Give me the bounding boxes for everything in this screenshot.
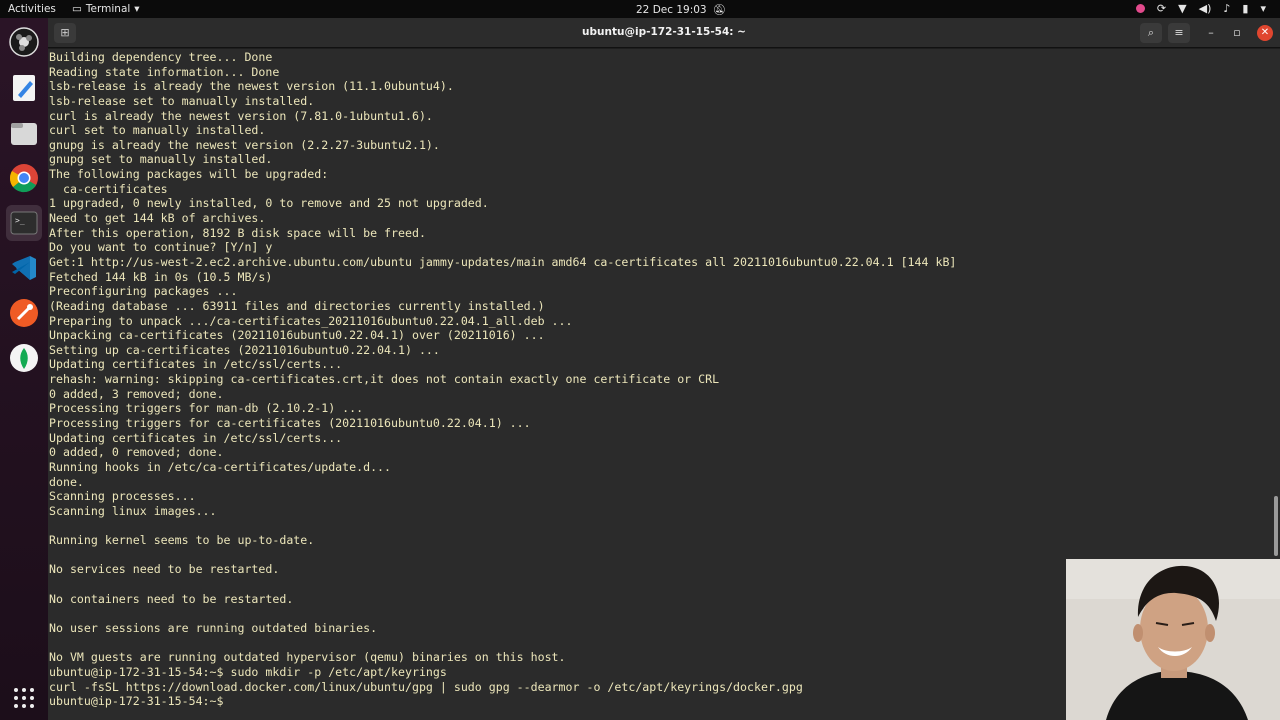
terminal-line: gnupg is already the newest version (2.2… [49, 137, 440, 152]
terminal-line: Updating certificates in /etc/ssl/certs.… [49, 357, 343, 372]
app-menu-label: Terminal [85, 3, 131, 15]
terminal-line: Get:1 http://us-west-2.ec2.archive.ubunt… [49, 254, 957, 269]
terminal-line: Preconfiguring packages ... [49, 284, 238, 299]
volume-icon: ◀) [1198, 2, 1212, 15]
terminal-line: done. [49, 474, 84, 489]
terminal-line: 1 upgraded, 0 newly installed, 0 to remo… [49, 196, 489, 211]
terminal-line: (Reading database ... 63911 files and di… [49, 298, 545, 313]
terminal-line: No VM guests are running outdated hyperv… [49, 650, 566, 665]
terminal-line: Scanning processes... [49, 489, 196, 504]
terminal-line: Preparing to unpack .../ca-certificates_… [49, 313, 573, 328]
postman-icon [10, 299, 38, 327]
terminal-line: Do you want to continue? [Y/n] y [49, 240, 273, 255]
activities-button[interactable]: Activities [8, 3, 56, 15]
svg-text:>_: >_ [15, 216, 25, 225]
terminal-line: curl -fsSL https://download.docker.com/l… [49, 679, 803, 694]
terminal-line: ubuntu@ip-172-31-15-54:~$ [49, 694, 231, 709]
scrollbar[interactable] [1274, 496, 1278, 556]
terminal-line: Building dependency tree... Done [49, 50, 273, 64]
dock-obs[interactable] [6, 24, 42, 60]
wifi-icon: ▼ [1178, 2, 1187, 15]
terminal-line: Running hooks in /etc/ca-certificates/up… [49, 459, 392, 474]
terminal-line: Processing triggers for ca-certificates … [49, 416, 531, 431]
app-menu[interactable]: ▭ Terminal ▾ [72, 3, 140, 15]
menu-button[interactable]: ≡ [1168, 23, 1190, 43]
terminal-output: Building dependency tree... Done Reading … [49, 50, 956, 709]
terminal-line: No services need to be restarted. [49, 562, 280, 577]
hamburger-menu-icon: ≡ [1174, 26, 1184, 39]
power-menu-icon: ▾ [1260, 2, 1266, 15]
files-icon [11, 123, 37, 145]
terminal-line: curl set to manually installed. [49, 123, 266, 138]
terminal-icon: >_ [10, 211, 38, 235]
terminal-line: 0 added, 0 removed; done. [49, 445, 224, 460]
obs-icon [9, 27, 39, 57]
dock-files[interactable] [6, 115, 42, 151]
close-icon: ✕ [1260, 27, 1270, 38]
maximize-icon: ▫ [1233, 26, 1241, 39]
terminal-line: 0 added, 3 removed; done. [49, 386, 224, 401]
clock-label: 22 Dec 19:03 [636, 3, 707, 16]
sync-icon: ⟳ [1156, 2, 1167, 15]
dock: >_ [0, 18, 48, 720]
dock-text-editor[interactable] [6, 70, 42, 106]
terminal-line: After this operation, 8192 B disk space … [49, 225, 426, 240]
dock-vscode[interactable] [6, 250, 42, 286]
battery-icon: ▮ [1242, 2, 1249, 15]
terminal-line: No containers need to be restarted. [49, 591, 294, 606]
dock-terminal[interactable]: >_ [6, 205, 42, 241]
maximize-button[interactable]: ▫ [1226, 23, 1248, 43]
mongodb-compass-icon [10, 344, 38, 372]
terminal-line: Reading state information... Done [49, 64, 280, 79]
terminal-line: Unpacking ca-certificates (20211016ubunt… [49, 328, 545, 343]
terminal-line: Running kernel seems to be up-to-date. [49, 533, 315, 548]
search-icon: ⌕ [1147, 26, 1155, 39]
terminal-line: The following packages will be upgraded: [49, 167, 329, 182]
terminal-line: No user sessions are running outdated bi… [49, 620, 378, 635]
terminal-line: ubuntu@ip-172-31-15-54:~$ sudo mkdir -p … [49, 664, 447, 679]
terminal-line: Scanning linux images... [49, 503, 217, 518]
text-editor-icon [13, 75, 35, 101]
chevron-down-icon: ▾ [134, 3, 140, 15]
terminal-line: rehash: warning: skipping ca-certificate… [49, 372, 720, 387]
dock-show-apps[interactable] [6, 680, 42, 716]
terminal-line: lsb-release is already the newest versio… [49, 79, 454, 94]
terminal-line: lsb-release set to manually installed. [49, 93, 315, 108]
dock-chrome[interactable] [6, 160, 42, 196]
record-indicator-icon [1135, 4, 1145, 13]
clock[interactable]: 22 Dec 19:03 🔕︎ [636, 3, 726, 17]
dock-mongodb-compass[interactable] [6, 340, 42, 376]
terminal-line: gnupg set to manually installed. [49, 152, 273, 167]
terminal-line: Fetched 144 kB in 0s (10.5 MB/s) [49, 269, 273, 284]
close-button[interactable]: ✕ [1257, 25, 1273, 41]
terminal-headerbar: ⊞ ubuntu@ip-172-31-15-54: ~ ⌕ ≡ – ▫ ✕ [48, 18, 1280, 48]
window-title: ubuntu@ip-172-31-15-54: ~ [582, 26, 746, 38]
minimize-icon: – [1208, 26, 1214, 39]
terminal-line: ca-certificates [49, 181, 168, 196]
system-tray[interactable]: ⟳ ▼ ◀) ♪ ▮ ▾ [1135, 2, 1266, 15]
webcam-overlay [1066, 559, 1280, 720]
terminal-small-icon: ▭ [72, 3, 82, 15]
top-bar: Activities ▭ Terminal ▾ 22 Dec 19:03 🔕︎ … [0, 0, 1280, 18]
search-button[interactable]: ⌕ [1140, 23, 1162, 43]
dock-postman[interactable] [6, 295, 42, 331]
notifications-off-icon: 🔕︎ [712, 4, 726, 16]
microphone-icon: ♪ [1223, 2, 1231, 15]
terminal-line: Processing triggers for man-db (2.10.2-1… [49, 401, 364, 416]
app-grid-icon [14, 688, 34, 708]
terminal-line: Setting up ca-certificates (20211016ubun… [49, 342, 440, 357]
minimize-button[interactable]: – [1200, 23, 1222, 43]
terminal-line: Need to get 144 kB of archives. [49, 211, 266, 226]
terminal-line: curl is already the newest version (7.81… [49, 108, 433, 123]
vscode-icon [12, 256, 36, 280]
webcam-person-image [1066, 559, 1280, 720]
chrome-icon [9, 164, 38, 193]
terminal-line: Updating certificates in /etc/ssl/certs.… [49, 430, 343, 445]
